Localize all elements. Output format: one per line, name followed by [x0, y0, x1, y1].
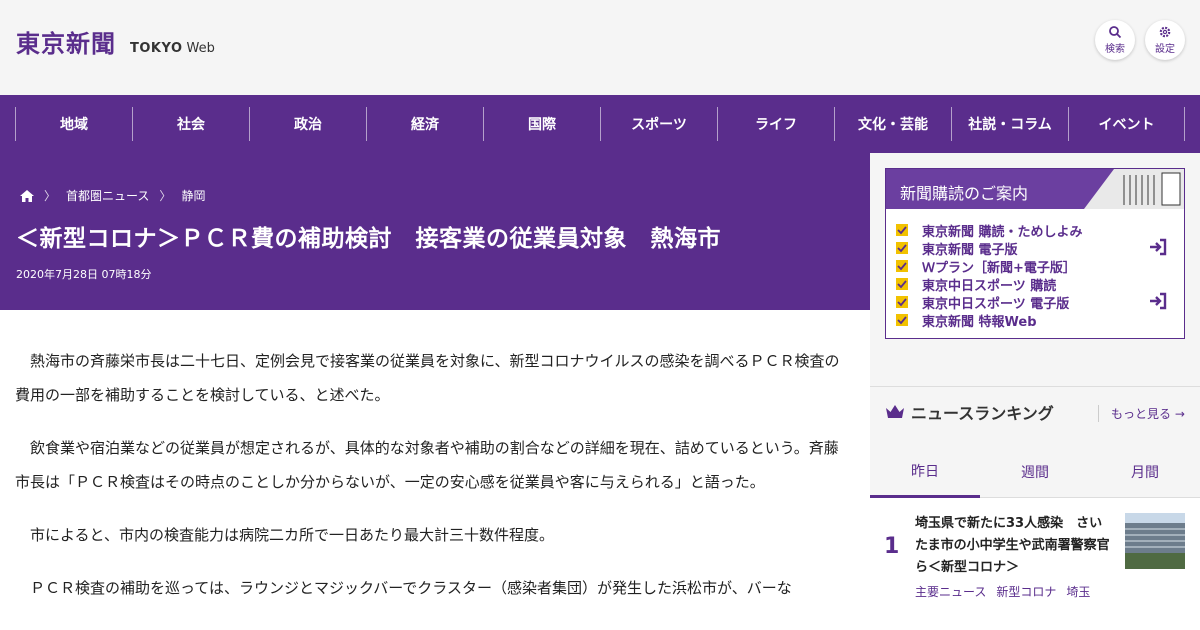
subscription-item[interactable]: 東京中日スポーツ 購読 — [896, 275, 1184, 294]
logo-web: Web — [186, 41, 215, 56]
nav-item-society[interactable]: 社会 — [132, 107, 249, 141]
article-title: ＜新型コロナ＞ＰＣＲ費の補助検討 接客業の従業員対象 熱海市 — [16, 226, 721, 252]
check-icon — [896, 260, 908, 272]
subscription-list: 東京新聞 購読・ためしよみ 東京新聞 電子版 Ｗプラン［新聞+電子版］ 東京中日… — [886, 209, 1184, 330]
login-icon[interactable] — [1148, 291, 1168, 311]
article-body: 熱海市の斉藤栄市長は二十七日、定例会見で接客業の従業員を対象に、新型コロナウイル… — [0, 310, 870, 630]
subscription-item[interactable]: 東京新聞 購読・ためしよみ — [896, 221, 1184, 240]
subscription-item-label: Ｗプラン［新聞+電子版］ — [922, 260, 1076, 276]
nav-item-economy[interactable]: 経済 — [366, 107, 483, 141]
search-label: 検索 — [1105, 44, 1125, 55]
nav-item-area[interactable]: 地域 — [15, 107, 132, 141]
breadcrumb-item-shizuoka[interactable]: 静岡 — [181, 187, 205, 204]
settings-label: 設定 — [1155, 44, 1175, 55]
ranking-header: ニュースランキング もっと見る → — [870, 386, 1200, 436]
breadcrumb-item-metro[interactable]: 首都圏ニュース — [66, 187, 149, 204]
ranking-thumbnail[interactable] — [1125, 513, 1185, 569]
subscription-item-label: 東京新聞 電子版 — [922, 242, 1018, 258]
search-icon — [1109, 26, 1122, 39]
nav-item-politics[interactable]: 政治 — [249, 107, 366, 141]
arrow-right-icon: → — [1174, 407, 1185, 421]
tab-weekly[interactable]: 週間 — [980, 446, 1090, 498]
breadcrumb-separator: 〉 — [159, 189, 172, 203]
ranking-number: 1 — [884, 534, 900, 559]
subscription-item-label: 東京中日スポーツ 電子版 — [922, 296, 1070, 312]
ranking-more-link[interactable]: もっと見る → — [1098, 405, 1185, 422]
crown-icon — [886, 404, 904, 418]
nav-item-culture[interactable]: 文化・芸能 — [834, 107, 951, 141]
site-header: 東京新聞 TOKYO Web 検索 設定 — [0, 0, 1200, 95]
subscription-item[interactable]: 東京新聞 特報Web — [896, 311, 1184, 330]
subscription-header: 新聞購読のご案内 — [886, 169, 1184, 209]
tab-monthly[interactable]: 月間 — [1090, 446, 1200, 498]
subscription-box: 新聞購読のご案内 東京新聞 購読・ためしよみ 東京新聞 電子版 Ｗプラン［新聞+… — [885, 168, 1185, 339]
check-icon — [896, 314, 908, 326]
site-logo[interactable]: 東京新聞 TOKYO Web — [16, 24, 215, 59]
logo-english: TOKYO — [130, 41, 183, 56]
home-icon[interactable] — [20, 189, 34, 202]
newspaper-image — [1084, 169, 1184, 209]
subscription-item-label: 東京新聞 購読・ためしよみ — [922, 224, 1083, 240]
subscription-heading: 新聞購読のご案内 — [900, 184, 1029, 203]
ranking-tabs: 昨日 週間 月間 — [870, 446, 1200, 498]
gear-icon — [1159, 26, 1171, 38]
subscription-item[interactable]: Ｗプラン［新聞+電子版］ — [896, 257, 1184, 276]
check-icon — [896, 224, 908, 236]
article-paragraph: 市によると、市内の検査能力は病院二カ所で一日あたり最大計三十数件程度。 — [30, 526, 554, 544]
tag-link[interactable]: 主要ニュース — [915, 583, 986, 600]
tab-yesterday[interactable]: 昨日 — [870, 446, 980, 498]
logo-japanese: 東京新聞 — [16, 29, 116, 58]
check-icon — [896, 296, 908, 308]
ranking-tags: 主要ニュース 新型コロナ 埼玉 — [915, 583, 1090, 600]
subscription-item-label: 東京中日スポーツ 購読 — [922, 278, 1057, 294]
subscription-item[interactable]: 東京中日スポーツ 電子版 — [896, 293, 1184, 312]
ranking-item: 1 埼玉県で新たに33人感染 さいたま市の小中学生や武南署警察官ら＜新型コロナ＞… — [870, 498, 1200, 630]
login-icon[interactable] — [1148, 237, 1168, 257]
article-paragraph: 熱海市の斉藤栄市長は二十七日、定例会見で接客業の従業員を対象に、新型コロナウイル… — [15, 352, 840, 404]
nav-item-editorial[interactable]: 社説・コラム — [951, 107, 1068, 141]
sidebar: 新聞購読のご案内 東京新聞 購読・ためしよみ 東京新聞 電子版 Ｗプラン［新聞+… — [870, 153, 1200, 630]
nav-item-sports[interactable]: スポーツ — [600, 107, 717, 141]
nav-item-events[interactable]: イベント — [1068, 107, 1185, 141]
breadcrumb-separator: 〉 — [44, 189, 57, 203]
check-icon — [896, 278, 908, 290]
subscription-item[interactable]: 東京新聞 電子版 — [896, 239, 1184, 258]
subscription-item-label: 東京新聞 特報Web — [922, 314, 1037, 330]
tag-link[interactable]: 新型コロナ — [996, 583, 1056, 600]
ranking-item-title[interactable]: 埼玉県で新たに33人感染 さいたま市の小中学生や武南署警察官ら＜新型コロナ＞ — [915, 513, 1115, 579]
nav-item-life[interactable]: ライフ — [717, 107, 834, 141]
check-icon — [896, 242, 908, 254]
search-button[interactable]: 検索 — [1095, 20, 1135, 60]
settings-button[interactable]: 設定 — [1145, 20, 1185, 60]
article-paragraph: ＰＣＲ検査の補助を巡っては、ラウンジとマジックバーでクラスター（感染者集団）が発… — [30, 579, 792, 597]
nav-item-international[interactable]: 国際 — [483, 107, 600, 141]
tag-link[interactable]: 埼玉 — [1066, 583, 1090, 600]
global-nav: 地域 社会 政治 経済 国際 スポーツ ライフ 文化・芸能 社説・コラム イベン… — [0, 95, 1200, 153]
ranking-heading: ニュースランキング — [911, 403, 1054, 423]
ranking-more-label: もっと見る — [1111, 407, 1172, 421]
breadcrumb: 〉 首都圏ニュース 〉 静岡 — [20, 187, 205, 204]
article-date: 2020年7月28日 07時18分 — [16, 268, 152, 281]
article-header: 〉 首都圏ニュース 〉 静岡 ＜新型コロナ＞ＰＣＲ費の補助検討 接客業の従業員対… — [0, 153, 870, 310]
article-paragraph: 飲食業や宿泊業などの従業員が想定されるが、具体的な対象者や補助の割合などの詳細を… — [15, 439, 839, 491]
